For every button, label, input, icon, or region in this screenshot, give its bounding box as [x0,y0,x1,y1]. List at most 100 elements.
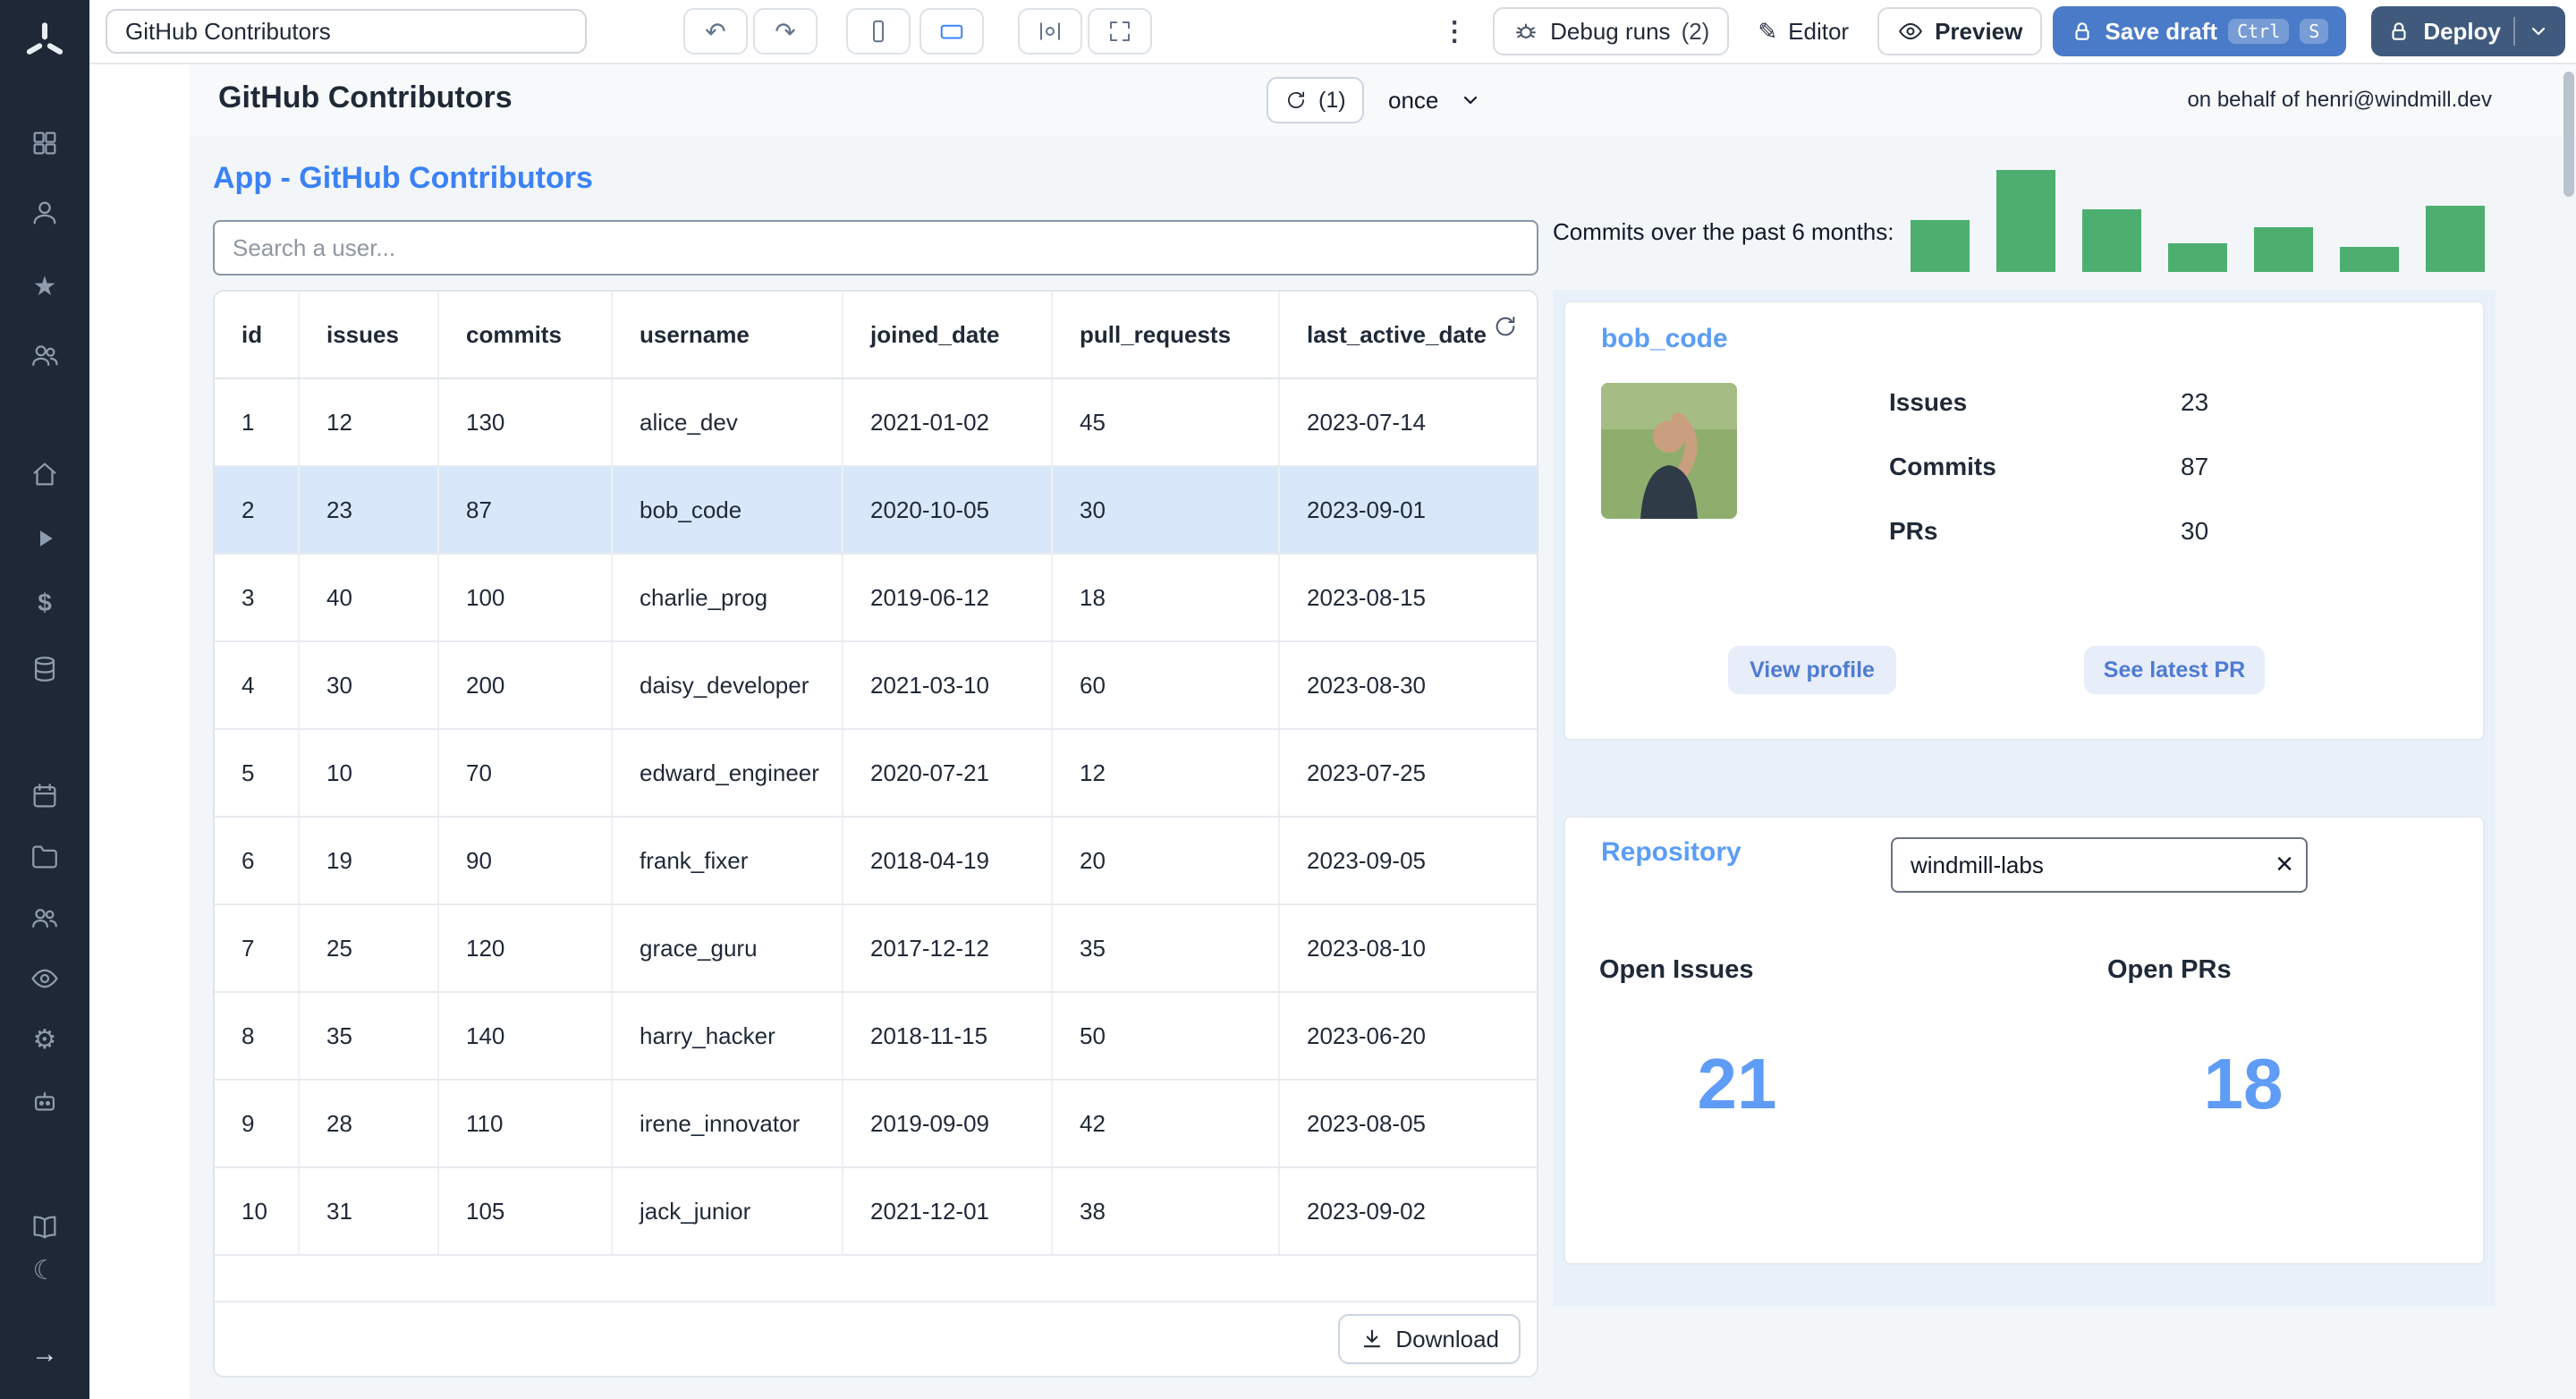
download-button[interactable]: Download [1338,1314,1521,1364]
fullscreen-icon[interactable] [1088,8,1152,55]
table-row[interactable]: 2 23 87 bob_code 2020-10-05 30 2023-09-01 [215,466,1537,555]
users-icon[interactable] [23,335,66,377]
user-card-username: bob_code [1601,324,1728,353]
chart-label: Commits over the past 6 months: [1553,218,1894,245]
debug-runs-label: Debug runs [1550,17,1671,45]
table-row[interactable]: 4 30 200 daisy_developer 2021-03-10 60 2023-08… [215,641,1537,730]
redo-button[interactable]: ↷ [753,8,818,55]
database-icon[interactable] [23,648,66,691]
calendar-icon[interactable] [23,775,66,818]
scrollbar-thumb[interactable] [2563,72,2574,197]
moon-icon[interactable]: ☾ [23,1249,66,1292]
kbd-s: S [2300,19,2329,44]
chart-bar [1996,170,2055,272]
play-icon[interactable] [23,517,66,560]
table-row[interactable]: 10 31 105 jack_junior 2021-12-01 38 2023-09-02 [215,1167,1537,1256]
open-issues-value: 21 [1697,1044,1777,1123]
windmill-logo-icon[interactable] [21,20,68,66]
chart-bar [2340,247,2399,272]
repository-input-wrap: × [1891,837,2308,893]
column-header: joined_date [843,292,1053,379]
user-icon[interactable] [23,191,66,234]
table-row[interactable]: 6 19 90 frank_fixer 2018-04-19 20 2023-09-05 [215,817,1537,905]
eye-icon[interactable] [23,957,66,1000]
sidebar: ★ $ ⚙ ☾ → [0,0,89,1399]
column-header: username [612,292,843,379]
table-row[interactable]: 8 35 140 harry_hacker 2018-11-15 50 2023-06-20 [215,992,1537,1081]
user-card: bob_code Issues 23 Commits 87 PRs 30 Vie… [1563,301,2485,741]
book-icon[interactable] [23,1206,66,1249]
user-avatar [1601,383,1737,519]
layout-tools-group [1018,8,1152,55]
table-row[interactable]: 5 10 70 edward_engineer 2020-07-21 12 2023-07-… [215,729,1537,818]
debug-runs-count: (2) [1681,17,1710,45]
chart-bar [2254,227,2313,272]
pencil-icon: ✎ [1758,17,1778,45]
chart-bar [2082,209,2141,272]
stat-value: 23 [2181,388,2209,416]
undo-redo-group: ↶ ↷ [683,8,818,55]
column-header: pull_requests [1052,292,1280,379]
app-header-bar: GitHub Contributors (1) once on behalf o… [190,64,2576,138]
column-header: commits [438,292,613,379]
open-prs-value: 18 [2203,1044,2284,1123]
deploy-button[interactable]: Deploy [2371,6,2565,56]
debug-runs-button[interactable]: Debug runs (2) [1493,7,1730,55]
gear-icon[interactable]: ⚙ [23,1018,66,1061]
groups-icon[interactable] [23,896,66,939]
mobile-view-button[interactable] [846,8,911,55]
star-icon[interactable]: ★ [23,265,66,308]
table-row[interactable]: 9 28 110 irene_innovator 2019-09-09 42 2023-08… [215,1080,1537,1168]
desktop-view-button[interactable] [919,8,984,55]
open-issues-label: Open Issues [1599,955,1754,984]
table-refresh-icon[interactable] [1488,309,1522,343]
chevron-down-icon[interactable] [2528,21,2549,42]
lock-icon [2387,20,2411,43]
main-area: GitHub Contributors (1) once on behalf o… [190,64,2576,1399]
apps-grid-icon[interactable] [23,122,66,165]
clear-input-icon[interactable]: × [2275,844,2293,884]
center-align-icon[interactable] [1018,8,1082,55]
app-heading: App - GitHub Contributors [213,161,593,195]
table-empty-strip [215,1256,1537,1302]
save-draft-button[interactable]: Save draft Ctrl S [2053,6,2347,56]
preview-button[interactable]: Preview [1877,7,2043,55]
schedule-select[interactable]: once [1388,79,1481,122]
stat-value: 30 [2181,517,2209,545]
home-icon[interactable] [23,453,66,496]
robot-icon[interactable] [23,1081,66,1123]
page-title: GitHub Contributors [218,81,513,114]
app-canvas: App - GitHub Contributors idissuescommit… [190,136,2576,1399]
eye-icon [1897,18,1924,45]
table-row[interactable]: 7 25 120 grace_guru 2017-12-12 35 2023-08-10 [215,904,1537,993]
folder-icon[interactable] [23,835,66,878]
chart-bar [2168,243,2227,272]
repository-input[interactable] [1891,837,2308,893]
lock-icon [2071,20,2094,43]
editor-left-panel [89,64,190,1399]
table-footer: Download [215,1302,1537,1376]
stat-label: Commits [1889,453,1996,480]
table-row[interactable]: 3 40 100 charlie_prog 2019-06-12 18 2023-08-15 [215,554,1537,642]
editor-button[interactable]: ✎ Editor [1743,7,1863,55]
chart-bar [1911,220,1970,272]
contributors-table: id issues commits username joined_date pull_r… [213,290,1538,1378]
device-toggle-group [846,8,984,55]
bug-icon [1513,18,1539,45]
dollar-icon[interactable]: $ [23,581,66,624]
see-latest-pr-button[interactable]: See latest PR [2084,646,2265,694]
contributors-table-el: id issues commits username joined_date pull_r… [215,292,1537,1256]
table-row[interactable]: 1 12 130 alice_dev 2021-01-02 45 2023-07-14 [215,378,1537,467]
view-profile-button[interactable]: View profile [1728,646,1896,694]
app-title-input[interactable] [106,9,587,54]
search-input[interactable] [213,220,1538,276]
kbd-ctrl: Ctrl [2228,19,2290,44]
stat-label: PRs [1889,517,1938,545]
stat-label: Issues [1889,388,1968,416]
more-menu-button[interactable]: ⋮ [1434,16,1475,47]
app-refresh-button[interactable]: (1) [1267,77,1364,123]
undo-button[interactable]: ↶ [683,8,748,55]
column-header: id [215,292,300,379]
expand-sidebar-icon[interactable]: → [23,1333,66,1376]
open-prs-label: Open PRs [2107,955,2232,984]
